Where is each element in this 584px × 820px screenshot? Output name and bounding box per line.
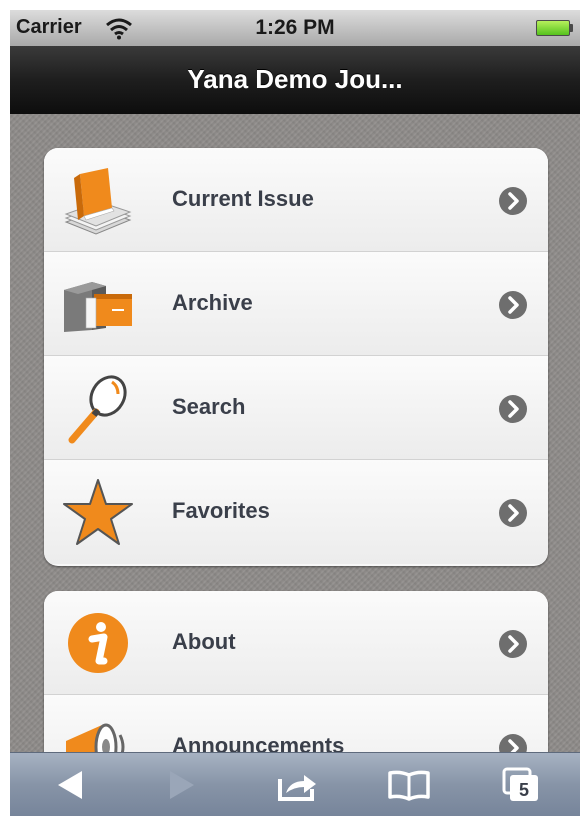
forward-arrow-icon[interactable] xyxy=(156,765,206,805)
chevron-right-icon xyxy=(499,499,527,527)
menu-item-label: Current Issue xyxy=(172,186,314,211)
chevron-right-icon xyxy=(499,187,527,215)
menu-item-archive[interactable]: Archive xyxy=(44,252,548,356)
menu-item-current-issue[interactable]: Current Issue xyxy=(44,148,548,252)
archive-box-icon xyxy=(64,282,132,332)
menu-item-label: Archive xyxy=(172,290,253,315)
menu-group-main: Current Issue Archive Search Favorites xyxy=(44,148,548,566)
menu-item-search[interactable]: Search xyxy=(44,356,548,460)
chevron-right-icon xyxy=(499,630,527,658)
back-arrow-icon[interactable] xyxy=(46,765,96,805)
browser-toolbar: 5 xyxy=(10,752,580,816)
menu-item-label: Search xyxy=(172,394,246,419)
book-stack-icon xyxy=(64,168,132,235)
page-title: Yana Demo Jou... xyxy=(187,64,403,94)
menu-item-label: Favorites xyxy=(172,498,270,523)
menu-item-favorites[interactable]: Favorites xyxy=(44,460,548,564)
battery-icon xyxy=(536,20,573,36)
bookmarks-icon[interactable] xyxy=(384,765,434,805)
info-icon xyxy=(68,613,128,673)
chevron-right-icon xyxy=(499,291,527,319)
star-icon xyxy=(63,479,133,545)
tabs-count: 5 xyxy=(519,780,529,800)
navigation-bar: Yana Demo Jou... xyxy=(10,46,580,115)
tabs-icon[interactable]: 5 xyxy=(496,765,546,805)
menu-item-about[interactable]: About xyxy=(44,591,548,695)
menu-item-label: About xyxy=(172,629,236,654)
chevron-right-icon xyxy=(499,395,527,423)
share-icon[interactable] xyxy=(272,765,322,805)
magnifier-icon xyxy=(68,375,127,444)
status-time: 1:26 PM xyxy=(255,16,335,39)
phone-screen: Carrier 1:26 PM Yana Demo Jou... Current… xyxy=(10,10,580,816)
status-bar: Carrier 1:26 PM xyxy=(10,10,580,46)
